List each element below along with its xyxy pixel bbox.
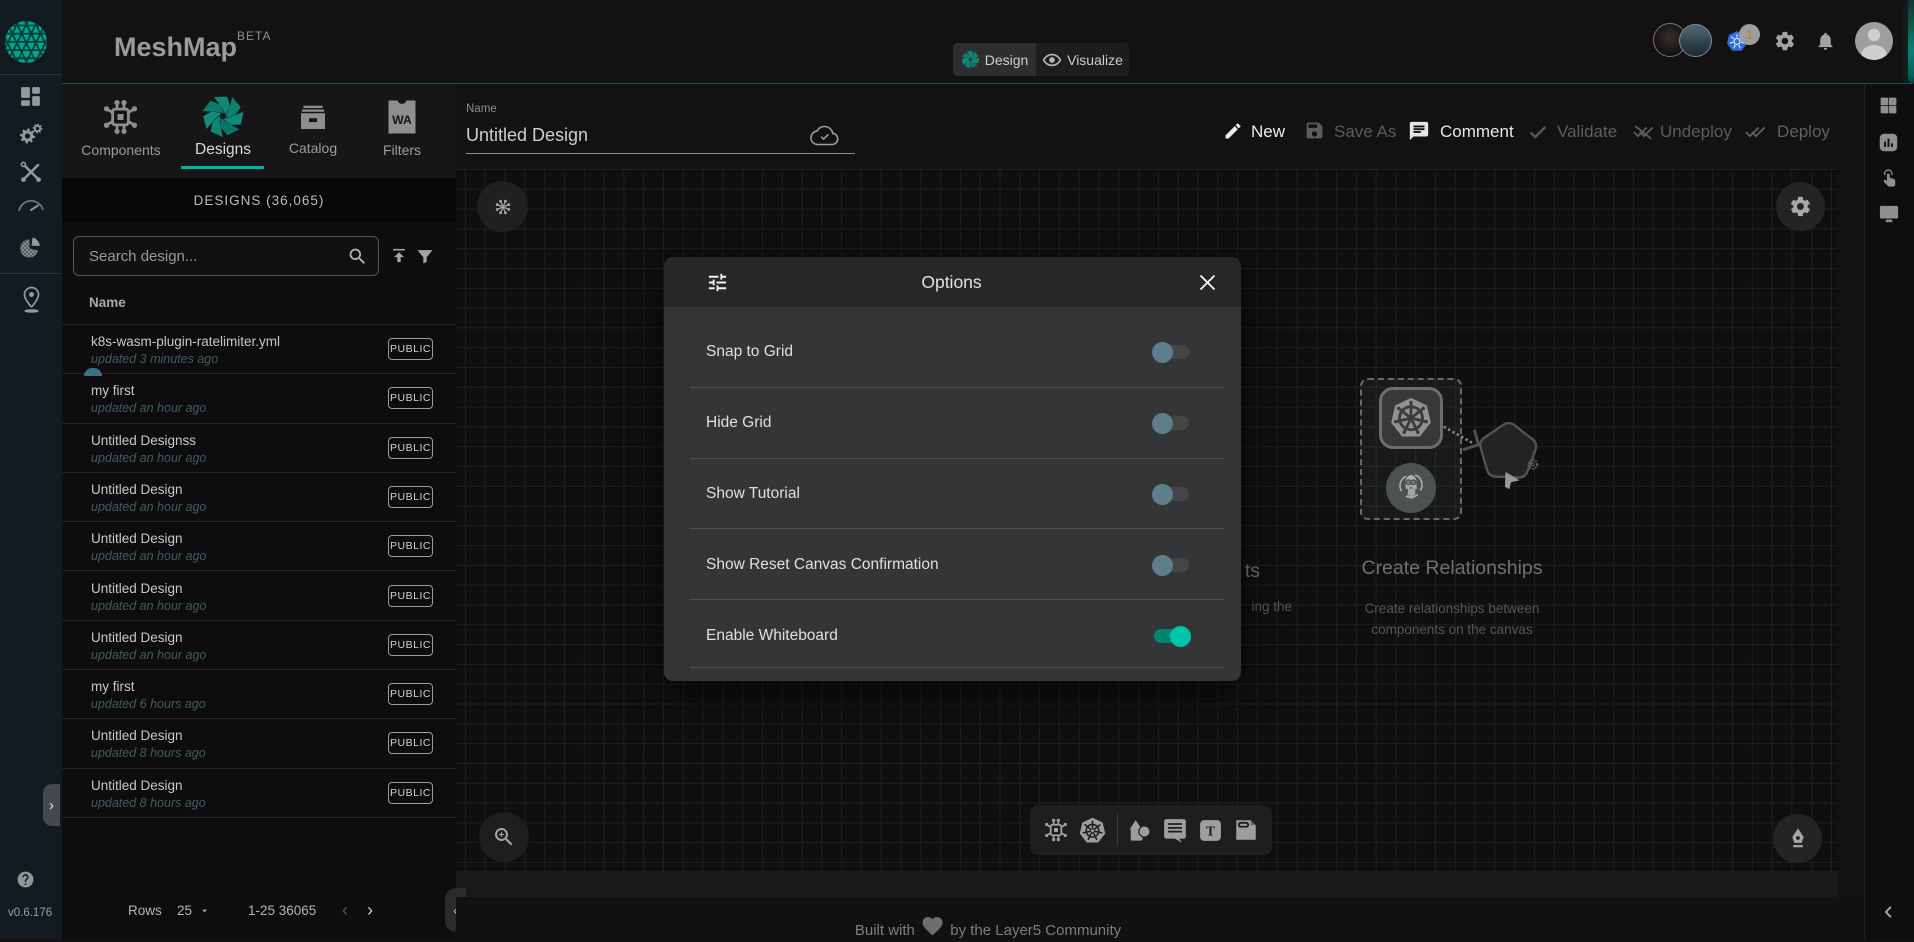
svg-text:T: T (1206, 823, 1215, 838)
svg-text:WA: WA (392, 113, 412, 127)
